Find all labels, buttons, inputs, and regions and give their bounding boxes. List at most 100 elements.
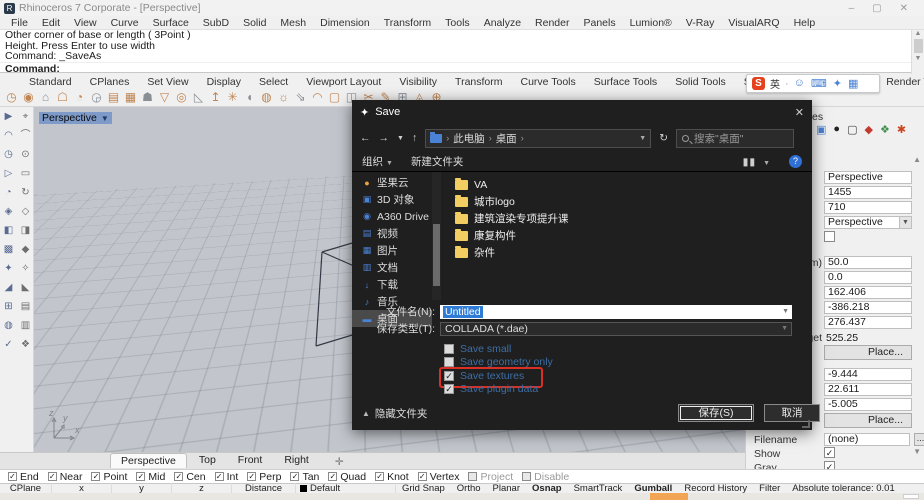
tool-icon[interactable]: ▭ xyxy=(17,164,34,183)
toolbar-icon[interactable]: ✳ xyxy=(224,90,241,104)
organize-button[interactable]: 组织 ▼ xyxy=(362,154,393,169)
viewport-width-field[interactable]: 1455 xyxy=(824,186,912,199)
toolbar-icon[interactable]: ◠ xyxy=(309,90,326,104)
scroll-thumb[interactable] xyxy=(433,224,440,286)
osnap-toggle[interactable]: Quad xyxy=(328,471,366,483)
menu-item[interactable]: VisualARQ xyxy=(721,17,786,29)
new-viewport-icon[interactable]: ✛ xyxy=(331,455,348,469)
breadcrumb-desktop[interactable]: 桌面 xyxy=(496,131,517,146)
dialog-close-icon[interactable]: ✕ xyxy=(795,106,804,119)
sidebar-place-item[interactable]: ↓ 下载 xyxy=(352,276,432,293)
osnap-toggle[interactable]: Perp xyxy=(247,471,281,483)
toolbar-tab[interactable]: CPlanes xyxy=(81,76,139,88)
toolbar-tab[interactable]: Render Tools xyxy=(877,76,924,88)
checkbox[interactable] xyxy=(444,343,454,354)
toolbar-icon[interactable]: ◔ xyxy=(71,90,88,104)
toolbar-tab[interactable]: Visibility xyxy=(390,76,446,88)
checkbox[interactable] xyxy=(444,370,454,381)
ime-icon[interactable]: ☺ xyxy=(794,77,805,90)
toolbar-tab[interactable]: Standard xyxy=(20,76,81,88)
locked-checkbox[interactable] xyxy=(824,231,835,242)
toolbar-tab[interactable]: Display xyxy=(198,76,250,88)
toolbar-tab[interactable]: Transform xyxy=(446,76,511,88)
scroll-up-icon[interactable]: ▲ xyxy=(912,30,924,37)
toolbar-icon[interactable]: ⇘ xyxy=(292,90,309,104)
menu-item[interactable]: Curve xyxy=(104,17,146,29)
resize-grip[interactable] xyxy=(802,420,810,428)
folder-item[interactable]: VA xyxy=(455,176,812,193)
ime-icon[interactable]: ✦ xyxy=(833,77,842,90)
viewport-tab[interactable]: Perspective xyxy=(110,453,187,468)
folder-item[interactable]: 康复构件 xyxy=(455,227,812,244)
view-mode-button[interactable]: ▮▮ ▼ xyxy=(743,156,771,168)
filename-input[interactable]: Untitled ▼ xyxy=(440,304,792,319)
panel-scroll-down-icon[interactable]: ▼ xyxy=(913,447,921,456)
forward-icon[interactable]: → xyxy=(379,132,390,144)
breadcrumb[interactable]: › 此电脑 › 桌面 › ▼ xyxy=(425,128,652,148)
osnap-toggle[interactable]: Int xyxy=(214,471,238,483)
toolbar-icon[interactable]: ◖ xyxy=(241,90,258,104)
osnap-toggle[interactable]: Cen xyxy=(174,471,206,483)
properties-tab-icon[interactable]: ▣ xyxy=(816,123,826,136)
chevron-down-icon[interactable]: ▼ xyxy=(899,217,911,228)
toolbar-tab[interactable]: Viewport Layout xyxy=(297,76,390,88)
help-icon[interactable]: ? xyxy=(789,155,802,168)
checkbox[interactable] xyxy=(247,472,257,481)
osnap-toggle[interactable]: Point xyxy=(91,471,127,483)
save-option[interactable]: Save textures xyxy=(439,367,553,388)
viewport-title-field[interactable]: Perspective xyxy=(824,171,912,184)
new-folder-button[interactable]: 新建文件夹 xyxy=(411,154,464,169)
checkbox[interactable] xyxy=(136,472,146,481)
osnap-toggle[interactable]: Project xyxy=(468,471,513,483)
tool-icon[interactable]: ▷ xyxy=(0,164,17,183)
osnap-toggle[interactable]: Disable xyxy=(522,471,569,483)
osnap-toggle[interactable]: Near xyxy=(47,471,82,483)
tool-icon[interactable]: ▩ xyxy=(0,240,17,259)
tool-icon[interactable]: ◇ xyxy=(17,202,34,221)
maximize-button[interactable]: ▢ xyxy=(872,3,881,14)
ime-language-toggle[interactable]: 英 xyxy=(770,76,780,91)
checkbox[interactable] xyxy=(174,472,184,481)
place-target-button[interactable]: Place... xyxy=(824,413,912,428)
menu-item[interactable]: Transform xyxy=(377,17,438,29)
toolbar-icon[interactable]: ◶ xyxy=(88,90,105,104)
menu-item[interactable]: Panels xyxy=(577,17,623,29)
camera-z-field[interactable]: 276.437 xyxy=(824,316,912,329)
folder-item[interactable]: 建筑渲染专项提升课 xyxy=(455,210,812,227)
save-option[interactable]: Save plugin data xyxy=(444,383,553,397)
scroll-thumb[interactable] xyxy=(913,39,923,53)
target-y-field[interactable]: 22.611 xyxy=(824,383,912,396)
wallpaper-gray-checkbox[interactable]: ✓ xyxy=(824,461,835,469)
toolbar-icon[interactable]: ◺ xyxy=(190,90,207,104)
tool-icon[interactable]: ◠ xyxy=(0,126,17,145)
panel-scroll-up-icon[interactable]: ▲ xyxy=(913,155,921,164)
toolbar-icon[interactable]: ☗ xyxy=(139,90,156,104)
viewport-tab[interactable]: Top xyxy=(189,453,226,468)
toolbar-icon[interactable]: ▽ xyxy=(156,90,173,104)
sidebar-place-item[interactable]: ● 坚果云 xyxy=(352,174,432,191)
sidebar-place-item[interactable]: ▣ 3D 对象 xyxy=(352,191,432,208)
properties-tab-icon[interactable]: ✱ xyxy=(897,123,906,136)
camera-rotation-field[interactable]: 0.0 xyxy=(824,271,912,284)
viewport-tab[interactable]: Right xyxy=(274,453,319,468)
tool-icon[interactable]: ✓ xyxy=(0,335,17,354)
tool-icon[interactable]: ⌖ xyxy=(17,107,34,126)
tool-icon[interactable]: ⊙ xyxy=(17,145,34,164)
tool-icon[interactable]: ◧ xyxy=(0,221,17,240)
save-button[interactable]: 保存(S) xyxy=(678,404,754,422)
toolbar-tab[interactable]: Select xyxy=(250,76,297,88)
checkbox[interactable] xyxy=(522,472,532,481)
sidebar-place-item[interactable]: ▦ 图片 xyxy=(352,242,432,259)
minimize-button[interactable]: – xyxy=(849,3,855,14)
toolbar-icon[interactable]: ⌂ xyxy=(37,90,54,104)
menu-item[interactable]: Solid xyxy=(236,17,273,29)
menu-item[interactable]: Analyze xyxy=(477,17,528,29)
menu-item[interactable]: View xyxy=(67,17,104,29)
filetype-dropdown[interactable]: COLLADA (*.dae) ▼ xyxy=(440,321,792,336)
tool-icon[interactable]: ◢ xyxy=(0,278,17,297)
checkbox[interactable] xyxy=(375,472,385,481)
checkbox[interactable] xyxy=(8,472,17,481)
checkbox[interactable] xyxy=(444,357,454,368)
sidebar-place-item[interactable]: ▥ 文档 xyxy=(352,259,432,276)
checkbox[interactable] xyxy=(290,472,300,481)
